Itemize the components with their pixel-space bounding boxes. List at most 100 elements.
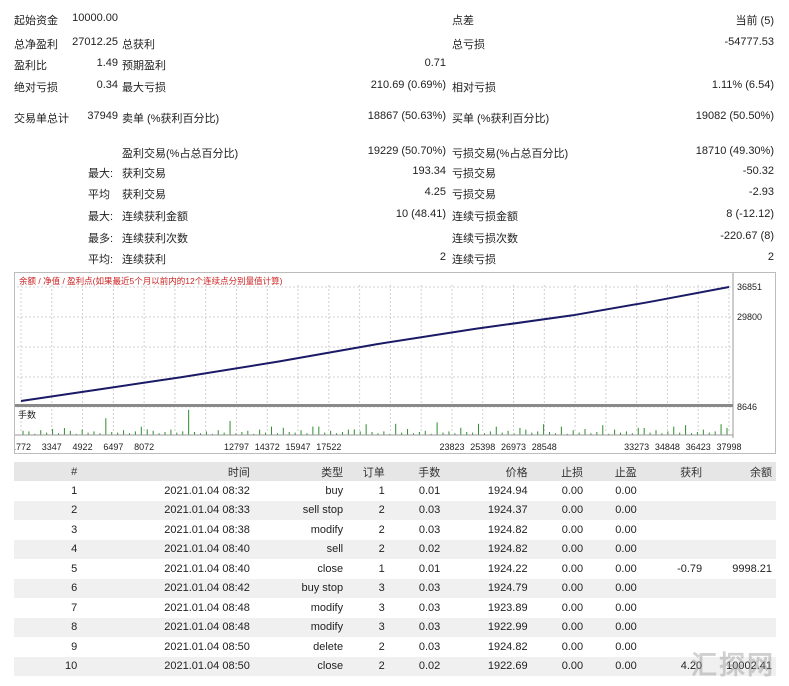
stat-label: 亏损交易(%占总百分比) (452, 148, 569, 160)
table-row[interactable]: 8 2021.01.04 08:48 modify 3 0.03 1922.99 0.00 0… (14, 617, 776, 637)
table-cell: 0.00 (531, 656, 588, 676)
table-cell: modify (310, 601, 344, 614)
table-cell: 0.00 (561, 523, 584, 536)
table-cell: 0.00 (587, 539, 641, 559)
table-cell: 0.00 (561, 640, 584, 653)
table-cell: 9 (71, 640, 78, 653)
table-row[interactable]: 3 2021.01.04 08:38 modify 2 0.03 1924.82 0.00 0… (14, 520, 776, 540)
x-tick-label: 26973 (501, 442, 526, 452)
table-cell: 2021.01.04 08:32 (164, 484, 250, 497)
table-row[interactable]: 4 2021.01.04 08:40 sell 2 0.02 1924.82 0.00 0.0… (14, 539, 776, 559)
table-cell (640, 578, 707, 598)
stat-value: 8 (-12.12) (726, 208, 774, 220)
stat-value: 4.25 (424, 186, 446, 198)
stat-value: 18867 (50.63%) (367, 110, 446, 122)
x-tick-label: 14372 (255, 442, 280, 452)
table-cell: 3 (71, 523, 78, 536)
table-cell (641, 520, 706, 540)
stat-label: 盈利交易(%占总百分比) (122, 148, 239, 160)
table-cell: 0.03 (418, 601, 441, 614)
stat-label: 亏损交易 (452, 189, 496, 201)
table-cell: 0.00 (615, 562, 637, 575)
table-cell: 0.03 (418, 640, 441, 653)
stat-label: 最大: (88, 211, 114, 223)
stat-value: 0.71 (424, 57, 446, 69)
table-cell: 0.00 (531, 500, 588, 520)
stat-value: 27012.25 (72, 36, 118, 48)
table-row[interactable]: 9 2021.01.04 08:50 delete 2 0.03 1924.82 0.00 0… (14, 637, 776, 657)
table-cell: 9998.21 (732, 562, 772, 575)
column-header: 时间 (81, 462, 254, 481)
x-tick-label: 3347 (42, 442, 62, 452)
table-cell: 0.02 (388, 656, 445, 676)
stat-value: 0.34 (96, 79, 118, 91)
table-cell: 1924.82 (444, 539, 532, 559)
table-cell: 2021.01.04 08:38 (164, 523, 250, 536)
table-cell: 0.03 (418, 523, 441, 536)
table-cell (706, 520, 776, 540)
table-cell (706, 617, 776, 637)
table-cell: 0.00 (615, 523, 637, 536)
table-cell: 1924.94 (487, 484, 528, 497)
table-cell: 2 (378, 640, 385, 653)
stat-value: 1.49 (96, 57, 118, 69)
stat-label: 买单 (%获利百分比) (452, 113, 550, 125)
table-cell: 2021.01.04 08:33 (81, 500, 254, 520)
stat-value: 19229 (50.70%) (367, 145, 446, 157)
stat-label: 相对亏损 (452, 82, 496, 94)
table-row[interactable]: 10 2021.01.04 08:50 close 2 0.02 1922.69 0.00 0… (14, 656, 776, 676)
table-cell: 0.00 (615, 601, 637, 614)
table-cell: 5 (71, 562, 78, 575)
y-tick-label: 36851 (737, 282, 762, 292)
table-cell: 8 (14, 617, 82, 637)
table-row[interactable]: 6 2021.01.04 08:42 buy stop 3 0.03 1924.79 0.0… (14, 578, 776, 598)
stat-label: 卖单 (%获利百分比) (122, 113, 220, 125)
table-cell: close (253, 656, 348, 676)
table-row[interactable]: 1 2021.01.04 08:32 buy 1 0.01 1924.94 0.00 0.00 (14, 481, 776, 501)
stat-label: 最多: (88, 233, 114, 245)
table-row[interactable]: 2 2021.01.04 08:33 sell stop 2 0.03 1924.37 0.… (14, 500, 776, 520)
stat-label: 最大亏损 (122, 82, 166, 94)
column-header: 手数 (388, 462, 445, 481)
table-cell: 2021.01.04 08:40 (81, 539, 254, 559)
stat-value: 当前 (5) (735, 15, 775, 27)
table-cell: 3 (347, 617, 389, 637)
y-tick-label: 29800 (737, 312, 762, 322)
table-cell: 0.00 (561, 484, 584, 497)
table-cell: 1924.82 (487, 523, 528, 536)
table-cell: close (317, 562, 344, 575)
table-cell: 2 (347, 500, 389, 520)
x-tick-label: 1772 (15, 442, 31, 452)
column-header: 类型 (253, 462, 348, 481)
x-tick-label: 6497 (103, 442, 123, 452)
balance-line (20, 286, 730, 402)
table-cell: 2 (378, 523, 385, 536)
x-tick-label: 15947 (286, 442, 311, 452)
stat-label: 亏损交易 (452, 168, 496, 180)
stat-value: 18710 (49.30%) (695, 145, 774, 157)
stat-label: 总获利 (122, 39, 155, 51)
table-row[interactable]: 7 2021.01.04 08:48 modify 3 0.03 1923.89 0.00 0… (14, 598, 776, 618)
stat-value: 10000.00 (72, 12, 118, 24)
chart-legend: 余额 / 净值 / 盈利点(如果最近5个月以前内的12个连续点分别量值计算) (19, 276, 283, 286)
table-cell (640, 617, 707, 637)
table-cell: 10 (14, 656, 82, 676)
table-cell: 6 (14, 578, 82, 598)
stat-label: 点差 (452, 15, 474, 27)
table-cell (641, 481, 706, 501)
volume-label: 手数 (18, 409, 36, 420)
table-cell: modify (253, 617, 348, 637)
stat-label: 连续亏损金额 (452, 211, 518, 223)
table-cell: 1924.37 (444, 500, 532, 520)
table-row[interactable]: 5 2021.01.04 08:40 close 1 0.01 1924.22 0.00 0.… (14, 559, 776, 579)
stat-value: -2.93 (748, 186, 774, 198)
column-header: 获利 (640, 462, 707, 481)
column-header: 止损 (531, 462, 588, 481)
table-cell: 1924.79 (444, 578, 532, 598)
table-cell: 0.00 (587, 578, 641, 598)
table-cell: 3 (347, 578, 389, 598)
y-tick-label: 8646 (737, 402, 757, 412)
watermark-logo: 汇探网 (690, 650, 775, 680)
table-cell: 0.00 (587, 500, 641, 520)
balance-chart: 1772 3347 4922 6497 8072 12797 14372 15947 17522… (14, 272, 776, 454)
